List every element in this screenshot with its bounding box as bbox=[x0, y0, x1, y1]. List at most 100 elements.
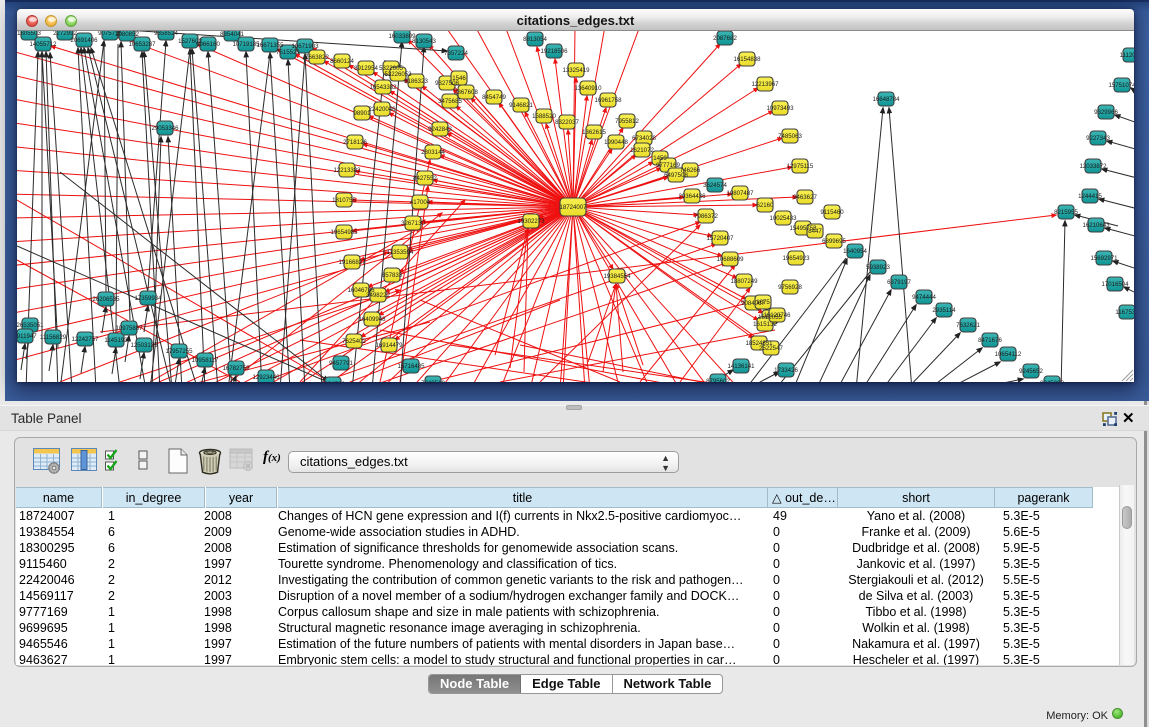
svg-text:8215955: 8215955 bbox=[1054, 209, 1078, 216]
svg-text:10688609: 10688609 bbox=[716, 256, 744, 263]
svg-text:19166827: 19166827 bbox=[338, 259, 366, 266]
svg-text:17016504: 17016504 bbox=[1101, 281, 1129, 288]
svg-text:6734028: 6734028 bbox=[632, 135, 656, 142]
svg-text:18724007: 18724007 bbox=[559, 204, 587, 211]
svg-text:1145193: 1145193 bbox=[104, 337, 128, 344]
svg-text:1080852: 1080852 bbox=[115, 31, 139, 38]
svg-text:10654112: 10654112 bbox=[995, 351, 1022, 358]
svg-text:53226053: 53226053 bbox=[384, 71, 412, 78]
svg-text:12923446: 12923446 bbox=[252, 374, 280, 381]
svg-text:2522547: 2522547 bbox=[759, 345, 783, 352]
svg-text:20691406: 20691406 bbox=[70, 37, 98, 44]
svg-text:19302273: 19302273 bbox=[517, 218, 545, 225]
svg-text:16210643: 16210643 bbox=[1082, 222, 1110, 229]
svg-text:9245092: 9245092 bbox=[1040, 380, 1064, 382]
svg-text:8813054: 8813054 bbox=[523, 36, 547, 43]
svg-text:10975887: 10975887 bbox=[115, 325, 143, 332]
svg-text:16671355: 16671355 bbox=[256, 42, 284, 49]
svg-text:7515521: 7515521 bbox=[276, 49, 300, 56]
svg-text:18807249: 18807249 bbox=[730, 278, 758, 285]
svg-text:8427552: 8427552 bbox=[413, 175, 437, 182]
svg-text:857833: 857833 bbox=[382, 272, 403, 279]
svg-text:12503135: 12503135 bbox=[130, 342, 158, 349]
svg-text:13325419: 13325419 bbox=[562, 67, 590, 74]
svg-text:15716485: 15716485 bbox=[397, 363, 425, 370]
svg-text:19384554: 19384554 bbox=[603, 273, 631, 280]
svg-text:1167533: 1167533 bbox=[1115, 309, 1134, 316]
svg-text:8322037: 8322037 bbox=[555, 119, 579, 126]
svg-text:5938923: 5938923 bbox=[866, 264, 890, 271]
svg-text:16782759: 16782759 bbox=[222, 365, 250, 372]
svg-text:1621072: 1621072 bbox=[630, 147, 654, 154]
svg-text:1640954: 1640954 bbox=[843, 248, 867, 255]
svg-text:7986372: 7986372 bbox=[694, 213, 718, 220]
svg-text:7955812: 7955812 bbox=[615, 118, 639, 125]
svg-text:16154838: 16154838 bbox=[733, 56, 761, 63]
svg-text:9204502: 9204502 bbox=[321, 381, 345, 382]
svg-text:12033872: 12033872 bbox=[1079, 163, 1107, 170]
svg-text:9146821: 9146821 bbox=[509, 102, 533, 109]
svg-text:9777169: 9777169 bbox=[656, 162, 680, 169]
svg-text:19654923: 19654923 bbox=[782, 255, 810, 262]
svg-text:15720407: 15720407 bbox=[706, 235, 734, 242]
svg-text:9474444: 9474444 bbox=[912, 294, 936, 301]
svg-text:7663822: 7663822 bbox=[305, 54, 329, 61]
svg-text:1244415: 1244415 bbox=[1078, 193, 1102, 200]
svg-text:16648784: 16648784 bbox=[872, 96, 900, 103]
svg-text:7625402: 7625402 bbox=[342, 338, 366, 345]
svg-text:9329966: 9329966 bbox=[1094, 109, 1118, 116]
svg-text:1805503: 1805503 bbox=[17, 31, 41, 37]
svg-text:8795602: 8795602 bbox=[706, 378, 730, 382]
svg-text:2803144: 2803144 bbox=[421, 149, 445, 156]
svg-text:1588520: 1588520 bbox=[532, 113, 556, 120]
svg-text:16409948: 16409948 bbox=[358, 316, 386, 323]
svg-text:12213967: 12213967 bbox=[751, 81, 779, 88]
svg-text:8454749: 8454749 bbox=[482, 94, 506, 101]
svg-text:9115460: 9115460 bbox=[820, 209, 844, 216]
svg-text:3624574: 3624574 bbox=[703, 182, 727, 189]
svg-text:9245652: 9245652 bbox=[1019, 368, 1043, 375]
svg-text:62160: 62160 bbox=[757, 202, 775, 209]
svg-text:17359934: 17359934 bbox=[134, 295, 162, 302]
svg-text:9227343: 9227343 bbox=[1086, 135, 1110, 142]
svg-text:6899695: 6899695 bbox=[822, 238, 846, 245]
svg-text:9457791: 9457791 bbox=[329, 360, 353, 367]
svg-text:8471676: 8471676 bbox=[978, 337, 1002, 344]
svg-text:26206535: 26206535 bbox=[92, 296, 120, 303]
svg-text:417004: 417004 bbox=[410, 199, 431, 206]
svg-text:10025433: 10025433 bbox=[769, 215, 797, 222]
svg-text:1112043: 1112043 bbox=[1120, 52, 1134, 59]
svg-text:16543382: 16543382 bbox=[369, 84, 397, 91]
svg-text:16914479: 16914479 bbox=[375, 342, 403, 349]
svg-text:9242843: 9242843 bbox=[428, 126, 452, 133]
svg-text:12213383: 12213383 bbox=[333, 167, 361, 174]
svg-text:9463627: 9463627 bbox=[793, 194, 817, 201]
svg-text:2867608: 2867608 bbox=[454, 89, 478, 96]
svg-text:8912954: 8912954 bbox=[354, 65, 378, 72]
svg-text:14055712: 14055712 bbox=[29, 41, 57, 48]
svg-text:12975115: 12975115 bbox=[787, 163, 814, 170]
svg-text:6966160: 6966160 bbox=[196, 41, 220, 48]
svg-text:7242519: 7242519 bbox=[421, 380, 445, 382]
svg-text:1733426: 1733426 bbox=[774, 367, 798, 374]
svg-text:3911947: 3911947 bbox=[17, 333, 37, 340]
svg-text:6379197: 6379197 bbox=[887, 279, 911, 286]
svg-text:8447: 8447 bbox=[808, 228, 822, 235]
svg-text:10973493: 10973493 bbox=[766, 105, 794, 112]
svg-text:1675: 1675 bbox=[756, 299, 770, 306]
svg-text:19218506: 19218506 bbox=[540, 48, 568, 55]
svg-text:1459: 1459 bbox=[653, 155, 667, 162]
svg-text:8354041: 8354041 bbox=[220, 31, 244, 38]
svg-text:9358524: 9358524 bbox=[154, 31, 178, 37]
svg-text:8660124: 8660124 bbox=[330, 58, 354, 65]
svg-text:22420046: 22420046 bbox=[368, 106, 396, 113]
svg-text:11156829: 11156829 bbox=[40, 334, 67, 341]
svg-text:26535051: 26535051 bbox=[17, 322, 44, 329]
svg-text:15751074: 15751074 bbox=[1108, 82, 1134, 89]
svg-text:3267130: 3267130 bbox=[401, 220, 425, 227]
svg-text:20364436: 20364436 bbox=[678, 193, 706, 200]
svg-text:1990448: 1990448 bbox=[604, 139, 628, 146]
svg-text:2718126: 2718126 bbox=[343, 139, 367, 146]
svg-text:10671903: 10671903 bbox=[291, 43, 319, 50]
svg-text:19654985: 19654985 bbox=[330, 229, 358, 236]
